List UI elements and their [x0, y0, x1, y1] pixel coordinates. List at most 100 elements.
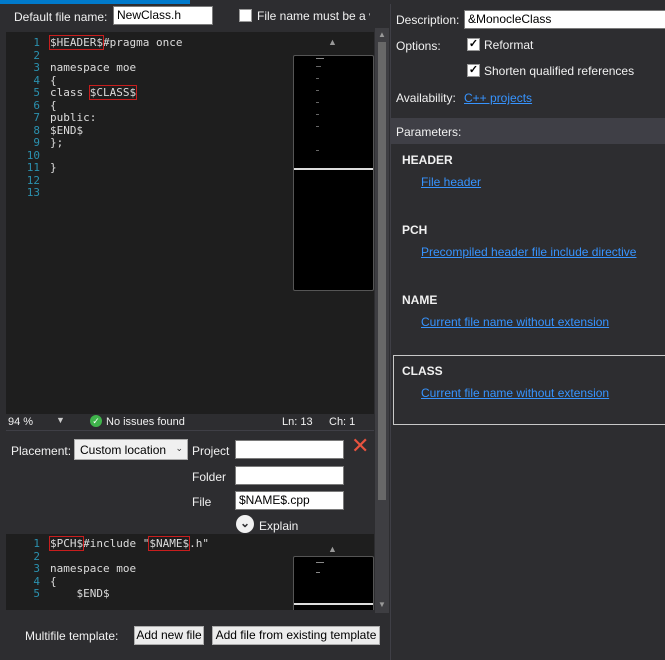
- template-editor-panel: Default file name: NewClass.h File name …: [0, 4, 390, 660]
- file-label: File: [192, 495, 212, 509]
- line-number: 7: [33, 111, 40, 124]
- code-token: public:: [50, 111, 97, 124]
- code-token: namespace moe: [50, 562, 137, 575]
- code-text[interactable]: $HEADER$#pragma once namespace moe{class…: [49, 35, 183, 200]
- chevron-down-icon: ⌄: [175, 443, 183, 453]
- param-name: NAME: [402, 293, 438, 307]
- minimap-scroll-up-icon[interactable]: ▲: [328, 37, 337, 47]
- default-file-name-input[interactable]: NewClass.h: [113, 6, 213, 25]
- line-number: 1: [33, 537, 40, 550]
- explain-button[interactable]: Explain: [259, 519, 298, 533]
- code-editor-secondary[interactable]: 12345 $PCH$#include "$NAME$.h" namespace…: [6, 534, 374, 610]
- param-class-selected[interactable]: CLASS Current file name without extensio…: [393, 355, 665, 425]
- line-number: 9: [33, 136, 40, 149]
- zoom-level[interactable]: 94 %: [8, 416, 33, 428]
- clear-icon[interactable]: ✕: [351, 435, 369, 457]
- param-link[interactable]: Precompiled header file include directiv…: [421, 245, 636, 259]
- reformat-label: Reformat: [484, 38, 534, 52]
- code-line[interactable]: class $CLASS$: [50, 85, 182, 100]
- description-input[interactable]: &MonocleClass: [464, 10, 665, 29]
- reformat-checkbox[interactable]: ✓: [467, 38, 480, 51]
- folder-label: Folder: [192, 470, 227, 484]
- code-token: #include ": [83, 537, 150, 550]
- project-input[interactable]: [235, 440, 344, 459]
- file-input[interactable]: $NAME$.cpp: [235, 491, 344, 510]
- parameters-label: Parameters:: [396, 125, 462, 139]
- line-number: 5: [33, 587, 40, 600]
- code-editor-main[interactable]: 1 2 3 4 5 6 7 8 9 10 11 12 13 $HEADER$#pragma once n…: [6, 32, 374, 414]
- code-token: namespace moe: [50, 61, 137, 74]
- line-numbers: 1 2 3 4 5 6 7 8 9 10 11 12 13: [8, 36, 40, 200]
- line-indicator: Ln: 13: [282, 416, 313, 428]
- check-icon: ✓: [90, 415, 102, 427]
- code-token: $END$: [50, 587, 110, 600]
- description-label: Description:: [396, 13, 460, 27]
- param-link[interactable]: Current file name without extension: [421, 386, 609, 400]
- placement-select[interactable]: Custom location ⌄: [74, 439, 188, 460]
- code-line[interactable]: [50, 175, 182, 188]
- folder-input[interactable]: [235, 466, 344, 485]
- code-token: }: [50, 161, 57, 174]
- zoom-dropdown-icon[interactable]: ▼: [56, 415, 65, 425]
- code-line[interactable]: $END$: [50, 587, 209, 601]
- minimap[interactable]: [293, 556, 374, 610]
- minimap-viewport-line: [294, 168, 373, 170]
- code-line[interactable]: }: [50, 161, 182, 175]
- parameters-header: Parameters:: [391, 118, 665, 144]
- scroll-down-icon[interactable]: ▼: [378, 600, 386, 609]
- placement-select-value: Custom location: [80, 443, 167, 457]
- scroll-up-icon[interactable]: ▲: [378, 30, 386, 39]
- minimap[interactable]: [293, 55, 374, 291]
- add-new-file-button[interactable]: Add new file: [134, 626, 204, 645]
- code-line[interactable]: $HEADER$#pragma once: [49, 35, 183, 50]
- code-line[interactable]: [50, 150, 182, 163]
- code-token: {: [50, 73, 57, 87]
- line-numbers: 12345: [8, 537, 40, 601]
- code-token: #pragma once: [102, 36, 183, 49]
- project-label: Project: [192, 444, 230, 458]
- code-token: };: [50, 136, 64, 149]
- column-indicator: Ch: 1: [329, 416, 356, 428]
- param-link[interactable]: Current file name without extension: [421, 315, 609, 329]
- code-line[interactable]: namespace moe: [50, 562, 209, 576]
- placement-label: Placement:: [11, 444, 72, 458]
- line-number: 11: [26, 161, 40, 174]
- param-pch[interactable]: PCH Precompiled header file include dire…: [391, 217, 665, 287]
- minimap-scroll-up-icon[interactable]: ▲: [328, 544, 337, 554]
- options-label: Options:: [396, 39, 441, 53]
- code-line[interactable]: $PCH$#include "$NAME$.h": [48, 536, 209, 551]
- line-number: 3: [33, 61, 40, 74]
- issues-status[interactable]: No issues found: [106, 416, 185, 428]
- code-line[interactable]: namespace moe: [50, 61, 182, 75]
- macro-token: $CLASS$: [88, 85, 138, 100]
- code-token: .h": [189, 537, 209, 550]
- code-text[interactable]: $PCH$#include "$NAME$.h" namespace moe{ …: [48, 536, 209, 601]
- param-name: HEADER: [402, 153, 453, 167]
- shorten-references-checkbox[interactable]: ✓: [467, 64, 480, 77]
- vertical-scrollbar[interactable]: ▲ ▼: [375, 28, 389, 613]
- macro-token: $HEADER$: [49, 35, 104, 50]
- param-link[interactable]: File header: [421, 175, 481, 189]
- code-line[interactable]: $END$: [50, 123, 182, 138]
- shorten-references-label: Shorten qualified references: [484, 64, 635, 78]
- properties-panel: Description: &MonocleClass Options: ✓ Re…: [390, 4, 665, 660]
- default-file-name-label: Default file name:: [14, 10, 108, 24]
- multifile-template-label: Multifile template:: [25, 629, 119, 643]
- code-line[interactable]: [50, 187, 182, 200]
- code-line[interactable]: };: [50, 136, 182, 150]
- explain-chevron-icon[interactable]: ⌄: [236, 515, 254, 533]
- must-be-valid-checkbox[interactable]: [239, 9, 252, 22]
- line-number: 5: [33, 86, 40, 99]
- availability-label: Availability:: [396, 91, 456, 105]
- availability-link[interactable]: C++ projects: [464, 91, 532, 105]
- placement-section: Placement: Custom location ⌄ Project ✕ F…: [6, 430, 374, 534]
- add-existing-template-button[interactable]: Add file from existing template: [212, 626, 380, 645]
- code-token: $END$: [50, 123, 84, 137]
- scrollbar-thumb[interactable]: [378, 42, 386, 500]
- macro-token: $NAME$: [148, 536, 191, 551]
- param-name-row[interactable]: NAME Current file name without extension: [391, 287, 665, 357]
- param-name: CLASS: [402, 364, 443, 378]
- editor-status-bar: 94 % ▼ ✓ No issues found Ln: 13 Ch: 1: [6, 414, 374, 430]
- param-header[interactable]: HEADER File header: [391, 147, 665, 217]
- code-token: class: [50, 86, 90, 99]
